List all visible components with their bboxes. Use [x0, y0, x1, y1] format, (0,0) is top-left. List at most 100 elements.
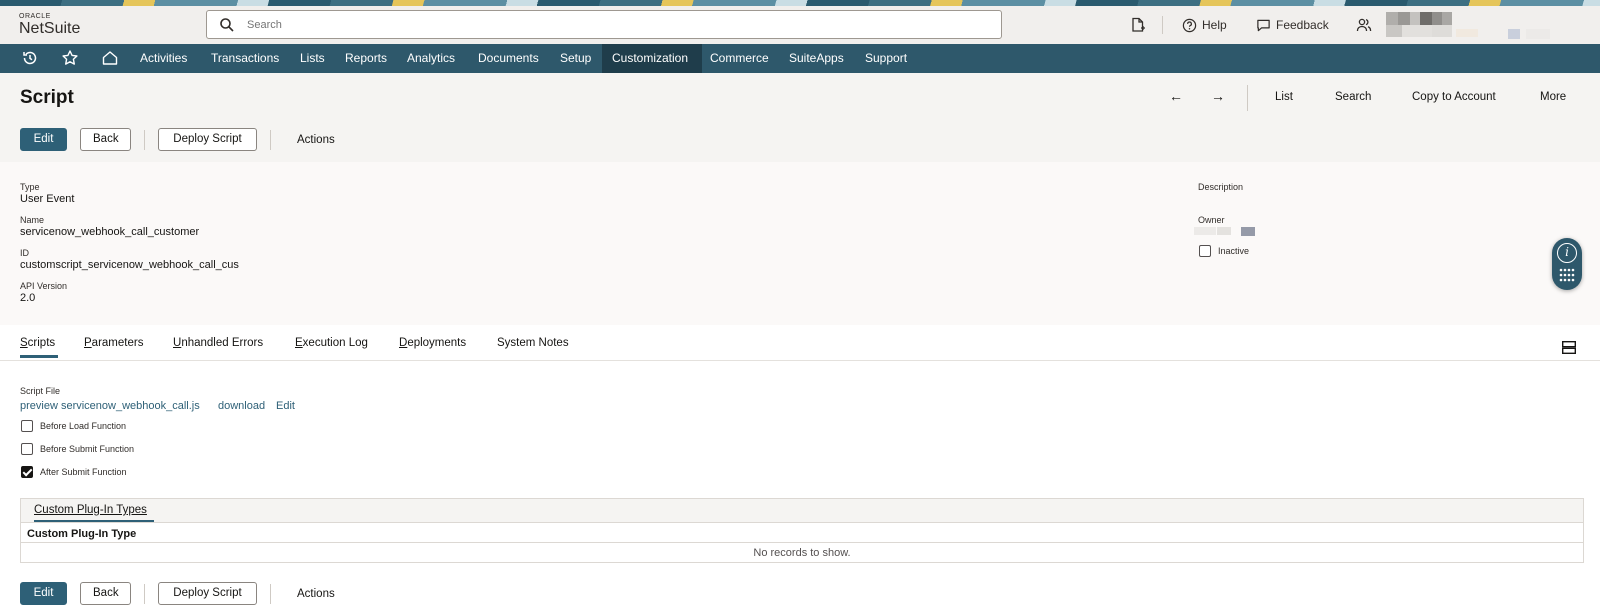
nav-lists[interactable]: Lists: [290, 44, 335, 73]
users-icon: [1356, 18, 1372, 32]
page-header-divider: [1247, 85, 1248, 111]
actions-menu-bottom[interactable]: Actions: [297, 588, 335, 600]
tab-unhandled-errors-label: nhandled Errors: [181, 337, 264, 349]
tab-execution-log[interactable]: Execution Log: [295, 337, 368, 349]
tab-execution-log-label: xecution Log: [302, 337, 368, 349]
actions-menu[interactable]: Actions: [297, 134, 335, 146]
help-icon: [1182, 18, 1197, 32]
sublist-active-indicator: [34, 520, 154, 522]
preview-script-link[interactable]: preview servicenow_webhook_call.js: [20, 400, 200, 412]
tab-scripts-label: cripts: [27, 337, 56, 349]
description-label: Description: [1198, 182, 1244, 192]
header-divider: [1162, 16, 1163, 34]
keypad-icon[interactable]: [1559, 268, 1575, 282]
edit-button[interactable]: Edit: [20, 128, 67, 151]
owner-label: Owner: [1198, 215, 1225, 225]
feedback-button[interactable]: Feedback: [1256, 16, 1329, 34]
search-icon: [220, 18, 234, 32]
inactive-checkbox[interactable]: [1199, 245, 1211, 257]
custom-plugin-types-sublist: Custom Plug-In Types Custom Plug-In Type…: [20, 498, 1584, 563]
nav-support[interactable]: Support: [855, 44, 917, 73]
name-value: servicenow_webhook_call_customer: [20, 226, 200, 238]
after-submit-checkbox[interactable]: [21, 466, 33, 478]
tab-scripts-accesskey: S: [20, 337, 28, 349]
tab-deployments-label: eployments: [407, 337, 467, 349]
main-navigation: Activities Transactions Lists Reports An…: [0, 44, 1600, 73]
api-version-value: 2.0: [20, 292, 36, 304]
download-script-link[interactable]: download: [218, 400, 265, 412]
nav-transactions[interactable]: Transactions: [201, 44, 289, 73]
before-load-label: Before Load Function: [40, 421, 127, 431]
column-header-custom-plugin-type[interactable]: Custom Plug-In Type: [27, 528, 136, 540]
after-submit-label: After Submit Function: [40, 467, 127, 477]
home-icon[interactable]: [101, 49, 119, 67]
nav-analytics[interactable]: Analytics: [397, 44, 465, 73]
list-link[interactable]: List: [1275, 91, 1293, 103]
tab-deployments[interactable]: Deployments: [399, 337, 466, 349]
star-icon[interactable]: [61, 49, 79, 67]
api-version-label: API Version: [20, 281, 68, 291]
help-button[interactable]: Help: [1182, 16, 1227, 34]
roles-button[interactable]: [1356, 16, 1372, 34]
next-record-arrow[interactable]: →: [1211, 88, 1225, 104]
info-icon[interactable]: i: [1557, 243, 1577, 263]
search-input[interactable]: [247, 16, 987, 34]
nav-commerce[interactable]: Commerce: [700, 44, 779, 73]
empty-sublist-message: No records to show.: [21, 542, 1583, 563]
before-submit-checkbox[interactable]: [21, 443, 33, 455]
feedback-icon: [1257, 19, 1270, 31]
tab-system-notes[interactable]: System Notes: [497, 337, 569, 349]
tab-divider: [0, 360, 1600, 361]
deploy-script-button[interactable]: Deploy Script: [158, 128, 257, 151]
nav-documents[interactable]: Documents: [468, 44, 549, 73]
type-label: Type: [20, 182, 40, 192]
nav-customization[interactable]: Customization: [602, 44, 702, 73]
active-tab-indicator: [20, 355, 58, 358]
button-divider: [144, 130, 145, 150]
primary-information: Type User Event Name servicenow_webhook_…: [0, 162, 1600, 325]
document-add-icon: [1132, 17, 1145, 32]
tab-unhandled-errors[interactable]: Unhandled Errors: [173, 337, 263, 349]
deploy-script-button-bottom[interactable]: Deploy Script: [158, 582, 257, 605]
copy-to-account-link[interactable]: Copy to Account: [1412, 91, 1496, 103]
history-icon[interactable]: [21, 49, 39, 67]
back-button-bottom[interactable]: Back: [80, 582, 131, 605]
name-label: Name: [20, 215, 45, 225]
id-value: customscript_servicenow_webhook_call_cus: [20, 259, 239, 271]
button-divider: [270, 130, 271, 150]
account-avatar[interactable]: [1386, 12, 1566, 39]
button-divider: [270, 584, 271, 604]
feedback-label: Feedback: [1276, 18, 1329, 32]
global-header: ORACLE NetSuite Help Feedback: [0, 6, 1600, 44]
id-label: ID: [20, 248, 29, 258]
script-file-label: Script File: [20, 386, 61, 396]
inactive-label: Inactive: [1218, 246, 1250, 256]
logo-oracle-text: ORACLE: [19, 13, 51, 20]
nav-suiteapps[interactable]: SuiteApps: [779, 44, 854, 73]
nav-setup[interactable]: Setup: [550, 44, 601, 73]
recent-records-button[interactable]: [1130, 16, 1146, 34]
tab-system-notes-label: System Notes: [497, 337, 569, 349]
edit-button-bottom[interactable]: Edit: [20, 582, 67, 605]
back-button[interactable]: Back: [80, 128, 131, 151]
before-submit-label: Before Submit Function: [40, 444, 135, 454]
tab-parameters-accesskey: P: [84, 337, 92, 349]
before-load-checkbox[interactable]: [21, 420, 33, 432]
previous-record-arrow[interactable]: ←: [1169, 88, 1183, 104]
global-search[interactable]: [206, 10, 1002, 39]
view-toggle-icon[interactable]: [1562, 341, 1576, 354]
button-divider: [144, 584, 145, 604]
help-label: Help: [1202, 18, 1227, 32]
search-link[interactable]: Search: [1335, 91, 1371, 103]
more-menu[interactable]: More: [1540, 91, 1566, 103]
nav-reports[interactable]: Reports: [335, 44, 397, 73]
sublist-tab-custom-plugin-types[interactable]: Custom Plug-In Types: [34, 504, 147, 516]
tab-scripts[interactable]: Scripts: [20, 337, 55, 349]
logo-netsuite-text: NetSuite: [19, 20, 81, 37]
subtabs-region: [0, 325, 1600, 606]
edit-script-link[interactable]: Edit: [276, 400, 295, 412]
guided-help-widget[interactable]: i: [1552, 238, 1582, 290]
tab-parameters[interactable]: Parameters: [84, 337, 143, 349]
netsuite-logo[interactable]: ORACLE NetSuite: [19, 13, 80, 37]
nav-activities[interactable]: Activities: [130, 44, 197, 73]
